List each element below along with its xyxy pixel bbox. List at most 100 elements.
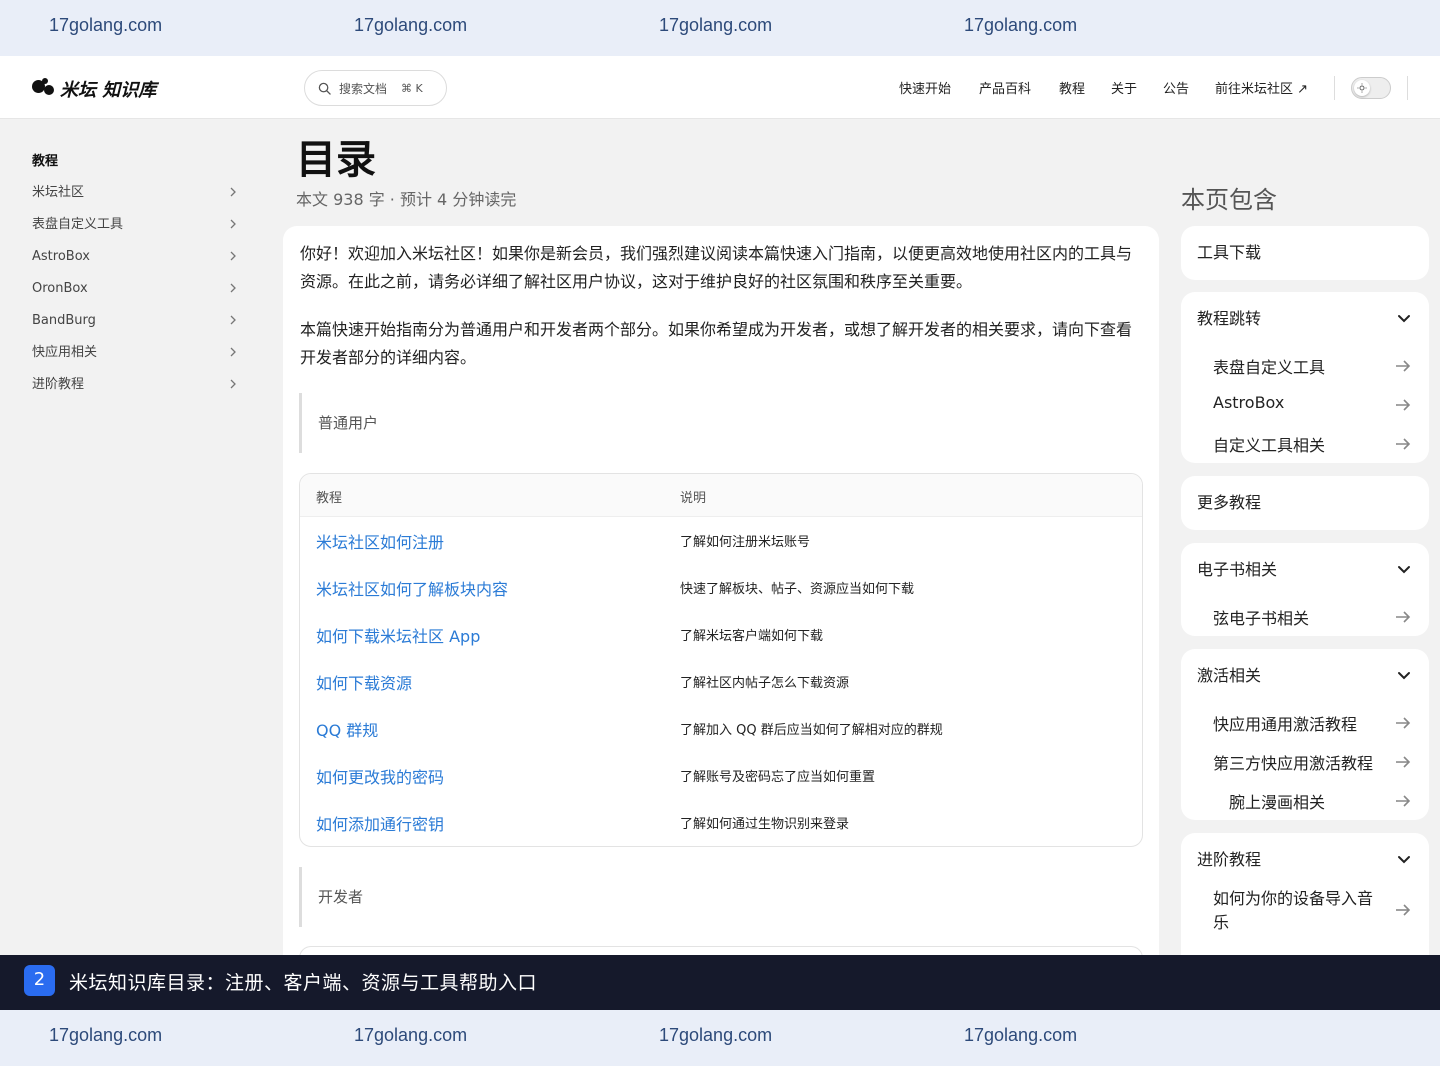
chevron-right-icon xyxy=(230,379,236,389)
table-row: 如何更改我的密码 了解账号及密码忘了应当如何重置 xyxy=(300,752,1142,799)
tutorial-link[interactable]: QQ 群规 xyxy=(316,717,378,741)
toc-section-more-tutorials[interactable]: 更多教程 xyxy=(1181,476,1429,530)
sidebar-item-label: 米坛社区 xyxy=(32,185,85,200)
toc-section-header[interactable]: 进阶教程 xyxy=(1181,833,1429,887)
tutorial-description: 快速了解板块、帖子、资源应当如何下载 xyxy=(680,582,915,597)
table-header: 教程 说明 xyxy=(300,474,1142,517)
toc-link[interactable]: 腕上漫画相关 xyxy=(1181,781,1429,820)
toc-section-label: 进阶教程 xyxy=(1197,850,1262,869)
watermark-text: 17golang.com xyxy=(49,15,163,35)
caption-text: 米坛知识库目录：注册、客户端、资源与工具帮助入口 xyxy=(69,972,538,994)
toc-title: 本页包含 xyxy=(1181,186,1277,214)
nav-about[interactable]: 关于 xyxy=(1111,78,1137,97)
toc-link-label: 自定义工具相关 xyxy=(1213,436,1326,455)
page-title: 目录 xyxy=(296,137,376,183)
toc-section-ebook: 电子书相关 弦电子书相关 xyxy=(1181,543,1429,636)
caption-bar: 2 米坛知识库目录：注册、客户端、资源与工具帮助入口 xyxy=(0,955,1440,1010)
arrow-right-icon xyxy=(1396,611,1411,623)
sidebar-item-watchface-tool[interactable]: 表盘自定义工具 xyxy=(32,214,242,246)
tutorial-description: 了解米坛客户端如何下载 xyxy=(680,629,824,644)
sidebar-item-label: AstroBox xyxy=(32,249,90,264)
watermark-text: 17golang.com xyxy=(354,15,468,35)
top-nav: 快速开始 产品百科 教程 关于 公告 前往米坛社区 ↗ xyxy=(0,78,1440,98)
sidebar-item-bandburg[interactable]: BandBurg xyxy=(32,310,242,342)
toc-link[interactable]: 自定义工具相关 xyxy=(1181,424,1429,463)
tutorial-link[interactable]: 如何下载资源 xyxy=(316,670,412,694)
toc-link[interactable]: 第三方快应用激活教程 xyxy=(1181,742,1429,781)
table-row: 如何添加通行密钥 了解如何通过生物识别来登录 xyxy=(300,799,1142,846)
sidebar-item-label: 快应用相关 xyxy=(32,345,98,360)
sidebar-item-mitan-community[interactable]: 米坛社区 xyxy=(32,182,242,214)
toc-link-label: 弦电子书相关 xyxy=(1213,609,1310,628)
sidebar-item-oronbox[interactable]: OronBox xyxy=(32,278,242,310)
arrow-right-icon xyxy=(1396,756,1411,768)
toc-section-activation: 激活相关 快应用通用激活教程 第三方快应用激活教程 腕上漫画相关 xyxy=(1181,649,1429,820)
sidebar-item-astrobox[interactable]: AstroBox xyxy=(32,246,242,278)
toc-link-label: 第三方快应用激活教程 xyxy=(1213,754,1374,773)
chevron-down-icon xyxy=(1398,566,1410,574)
caption-badge: 2 xyxy=(24,965,55,996)
sidebar-item-advanced[interactable]: 进阶教程 xyxy=(32,374,242,406)
tutorial-link[interactable]: 如何下载米坛社区 App xyxy=(316,623,480,647)
tutorial-link[interactable]: 米坛社区如何注册 xyxy=(316,529,444,553)
section-heading-developers: 开发者 xyxy=(299,867,1141,927)
tutorial-link[interactable]: 米坛社区如何了解板块内容 xyxy=(316,576,508,600)
toc-link-label: 快应用通用激活教程 xyxy=(1213,715,1358,734)
toc-link-label: 腕上漫画相关 xyxy=(1229,793,1326,812)
toc-section-label: 更多教程 xyxy=(1197,493,1262,512)
chevron-right-icon xyxy=(230,347,236,357)
chevron-down-icon xyxy=(1398,856,1410,864)
tutorial-description: 了解账号及密码忘了应当如何重置 xyxy=(680,770,876,785)
nav-divider xyxy=(1407,76,1408,100)
tutorial-link[interactable]: 如何添加通行密钥 xyxy=(316,811,444,835)
toc-link-label: AstroBox xyxy=(1213,393,1285,412)
guide-paragraph: 本篇快速开始指南分为普通用户和开发者两个部分。如果你希望成为开发者，或想了解开发… xyxy=(300,320,1133,367)
toc-link[interactable]: 表盘自定义工具 xyxy=(1181,346,1429,385)
toc-link[interactable]: 如何为你的设备导入音乐 xyxy=(1181,887,1429,943)
column-header: 教程 xyxy=(316,491,343,506)
sidebar: 教程 米坛社区 表盘自定义工具 AstroBox OronBox BandBur… xyxy=(32,150,242,406)
nav-product-wiki[interactable]: 产品百科 xyxy=(979,78,1031,97)
article-content: 你好！欢迎加入米坛社区！如果你是新会员，我们强烈建议阅读本篇快速入门指南，以便更… xyxy=(283,226,1159,1026)
tutorial-link[interactable]: 如何更改我的密码 xyxy=(316,764,444,788)
chevron-right-icon xyxy=(230,315,236,325)
toc-link-label: 表盘自定义工具 xyxy=(1213,358,1326,377)
chevron-down-icon xyxy=(1398,672,1410,680)
toc-link[interactable]: 弦电子书相关 xyxy=(1181,597,1429,636)
toc-link[interactable]: AstroBox xyxy=(1181,385,1429,424)
table-row: 如何下载米坛社区 App 了解米坛客户端如何下载 xyxy=(300,611,1142,658)
toc-section-tutorial-jump: 教程跳转 表盘自定义工具 AstroBox 自定义工具相关 xyxy=(1181,292,1429,463)
tutorial-description: 了解如何注册米坛账号 xyxy=(680,535,811,550)
site-header: 米坛 知识库 搜索文档 ⌘ K 快速开始 产品百科 教程 关于 公告 前往米坛社… xyxy=(0,56,1440,119)
nav-quickstart[interactable]: 快速开始 xyxy=(899,78,951,97)
table-row: 米坛社区如何了解板块内容 快速了解板块、帖子、资源应当如何下载 xyxy=(300,564,1142,611)
arrow-right-icon xyxy=(1396,904,1411,916)
reading-meta: 本文 938 字 · 预计 4 分钟读完 xyxy=(296,190,517,209)
arrow-right-icon xyxy=(1396,438,1411,450)
toc-link[interactable]: 快应用通用激活教程 xyxy=(1181,703,1429,742)
nav-community-link[interactable]: 前往米坛社区 ↗ xyxy=(1215,78,1308,97)
sidebar-item-quickapp[interactable]: 快应用相关 xyxy=(32,342,242,374)
watermark-text: 17golang.com xyxy=(659,15,773,35)
tutorial-description: 了解如何通过生物识别来登录 xyxy=(680,817,850,832)
toc-section-tool-download[interactable]: 工具下载 xyxy=(1181,226,1429,280)
arrow-right-icon xyxy=(1396,399,1411,411)
nav-tutorials[interactable]: 教程 xyxy=(1059,78,1085,97)
chevron-down-icon xyxy=(1398,315,1410,323)
theme-toggle[interactable] xyxy=(1351,77,1391,99)
toc-section-header[interactable]: 教程跳转 xyxy=(1181,292,1429,346)
tutorial-description: 了解加入 QQ 群后应当如何了解相对应的群规 xyxy=(680,723,943,738)
table-row: QQ 群规 了解加入 QQ 群后应当如何了解相对应的群规 xyxy=(300,705,1142,752)
table-row: 米坛社区如何注册 了解如何注册米坛账号 xyxy=(300,517,1142,564)
sidebar-title: 教程 xyxy=(32,154,59,169)
watermark-text: 17golang.com xyxy=(964,15,1078,35)
toc-section-label: 工具下载 xyxy=(1197,243,1262,262)
toc-section-header[interactable]: 电子书相关 xyxy=(1181,543,1429,597)
chevron-right-icon xyxy=(230,219,236,229)
table-row: 如何下载资源 了解社区内帖子怎么下载资源 xyxy=(300,658,1142,705)
chevron-right-icon xyxy=(230,251,236,261)
column-header: 说明 xyxy=(680,491,707,506)
toc-section-label: 教程跳转 xyxy=(1197,309,1262,328)
toc-section-header[interactable]: 激活相关 xyxy=(1181,649,1429,703)
nav-announcements[interactable]: 公告 xyxy=(1163,78,1189,97)
